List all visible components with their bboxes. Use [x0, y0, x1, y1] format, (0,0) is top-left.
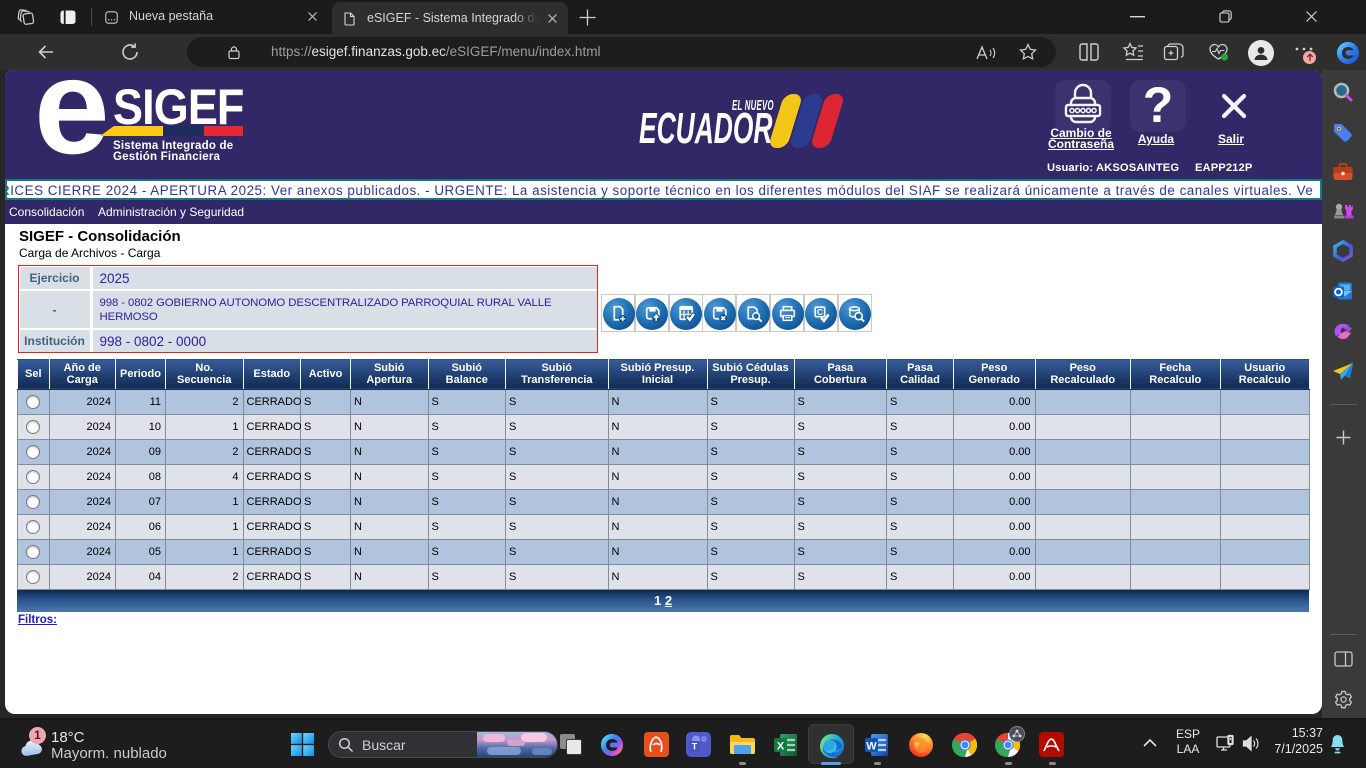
svg-text:T: T	[692, 742, 698, 752]
svg-text:W: W	[866, 741, 877, 753]
svg-text:C: C	[817, 307, 823, 317]
svg-text:X: X	[777, 741, 785, 753]
